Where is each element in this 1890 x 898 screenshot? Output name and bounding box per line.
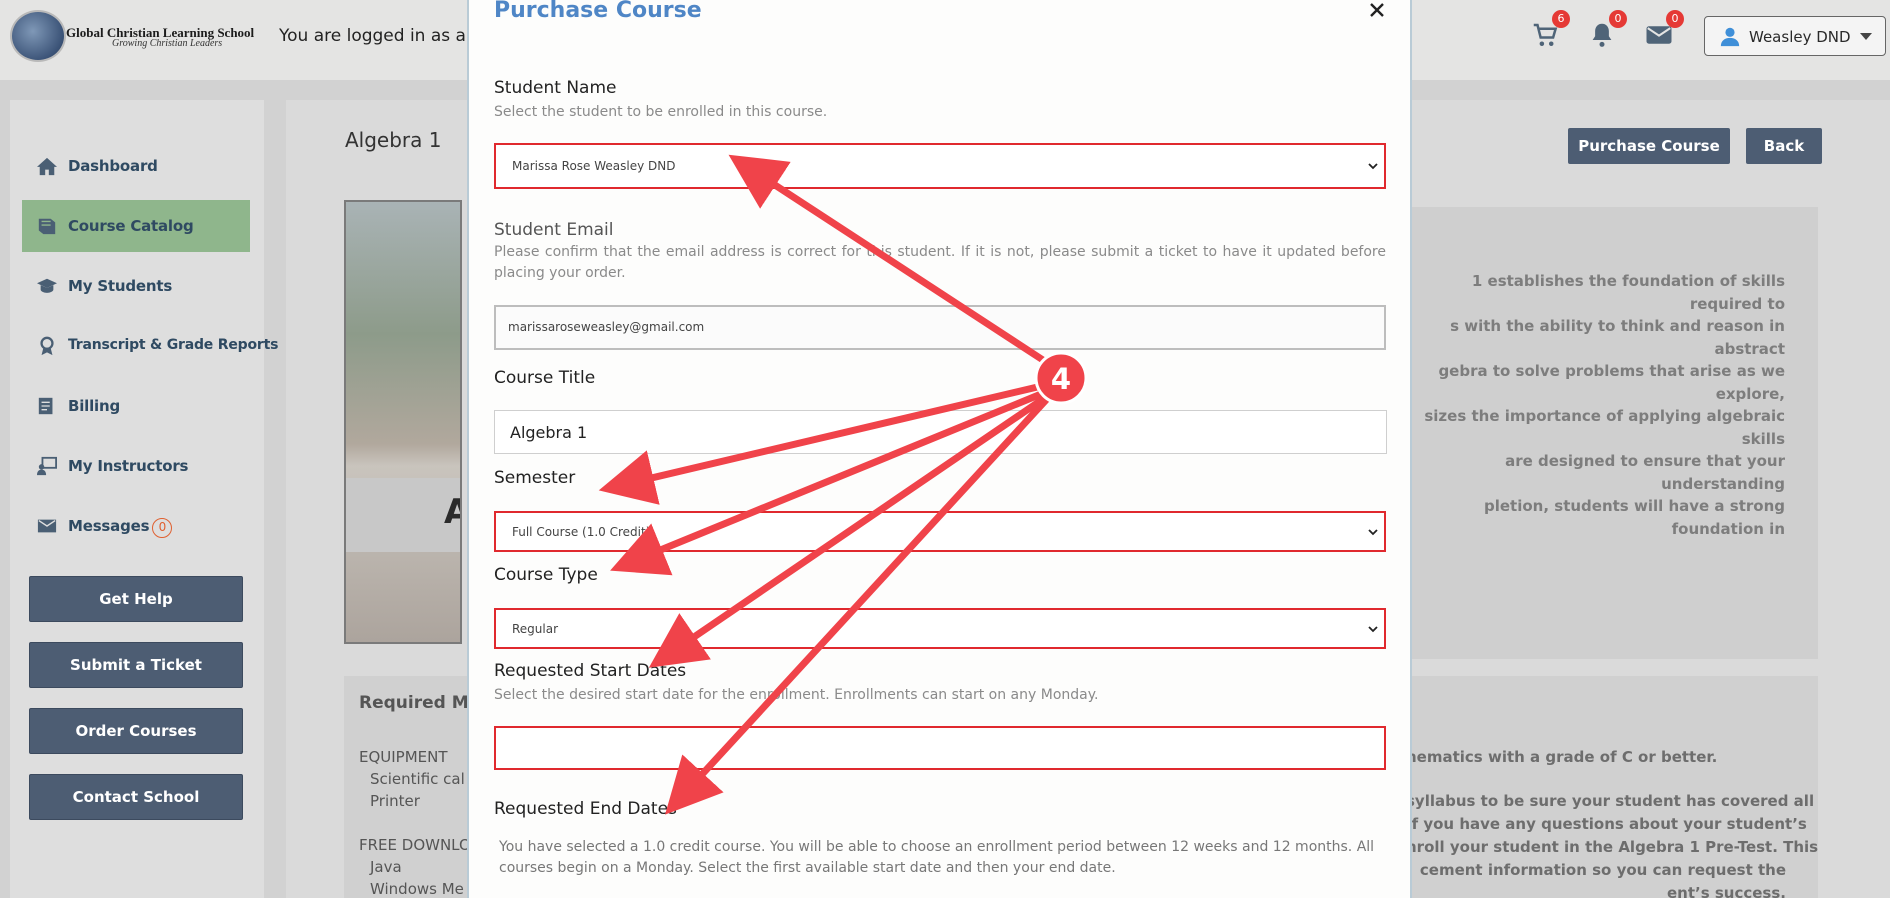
start-dates-help: Select the desired start date for the en… [494,687,1099,703]
course-description: 1 establishes the foundation of skills r… [1424,272,1785,538]
prerequisite-text: hematics with a grade of C or better. [1406,748,1718,766]
course-title-value: Algebra 1 [510,423,588,442]
course-type-select[interactable]: Regular [494,608,1386,649]
start-dates-input[interactable] [494,726,1386,770]
chevron-down-icon [1368,626,1378,633]
sidebar-item-label: Billing [68,397,121,415]
purchase-course-modal: Purchase Course Student Name Select the … [467,0,1412,898]
course-title-label: Course Title [494,368,596,388]
messages-count-badge: 0 [152,518,173,538]
purchase-course-button[interactable]: Purchase Course [1568,128,1730,164]
graduation-cap-icon [37,278,57,293]
student-email-field[interactable]: marissaroseweasley@gmail.com [494,305,1386,350]
equipment-item: Scientific cal [370,770,465,788]
end-dates-label: Requested End Dates [494,799,677,819]
sidebar-item-transcripts[interactable]: Transcript & Grade Reports [22,320,278,372]
school-logo[interactable] [10,10,66,62]
prerequisite-detail: syllabus to be sure your student has cov… [1406,792,1815,810]
student-name-label: Student Name [494,78,617,98]
prerequisite-detail: ent’s success. [1667,884,1786,898]
cart-button[interactable]: 6 [1530,10,1570,52]
close-icon[interactable] [1367,0,1387,20]
cover-title-letter: A [444,492,460,532]
contact-school-button[interactable]: Contact School [29,774,243,820]
sidebar-item-my-instructors[interactable]: My Instructors [22,440,250,492]
student-email-value: marissaroseweasley@gmail.com [508,320,705,334]
mail-count-badge: 0 [1666,10,1684,28]
sidebar-item-label: Transcript & Grade Reports [68,337,279,353]
caret-down-icon [1860,33,1872,40]
end-dates-help: You have selected a 1.0 credit course. Y… [499,839,1375,876]
instructor-icon [37,456,57,476]
login-status-text: You are logged in as an [279,26,477,46]
download-item: Java [370,858,402,876]
sidebar-item-billing[interactable]: Billing [22,380,250,432]
messages-label: Messages [68,517,150,535]
sidebar-item-label: My Students [68,277,173,295]
mail-button[interactable]: 0 [1644,10,1684,52]
equipment-item: Printer [370,792,420,810]
downloads-label: FREE DOWNLO [359,836,471,854]
sidebar-item-dashboard[interactable]: Dashboard [22,140,250,192]
student-name-help: Select the student to be enrolled in thi… [494,104,828,120]
student-name-select[interactable]: Marissa Rose Weasley DND [494,143,1386,189]
sidebar-item-course-catalog[interactable]: Course Catalog [22,200,250,252]
user-name: Weasley DND [1749,28,1851,46]
semester-value: Full Course (1.0 Credit) [512,525,651,539]
notifications-button[interactable]: 0 [1587,10,1627,52]
user-icon [1720,27,1740,47]
chevron-down-icon [1368,529,1378,536]
course-type-value: Regular [512,622,559,636]
equipment-label: EQUIPMENT [359,748,448,766]
student-email-label: Student Email [494,220,614,240]
prerequisite-detail: cement information so you can request th… [1419,861,1786,879]
modal-title: Purchase Course [494,0,702,23]
sidebar-item-my-students[interactable]: My Students [22,260,250,312]
sidebar-item-messages[interactable]: Messages 0 [22,500,250,552]
order-courses-button[interactable]: Order Courses [29,708,243,754]
semester-select[interactable]: Full Course (1.0 Credit) [494,511,1386,552]
course-title-field[interactable]: Algebra 1 [494,410,1387,454]
sidebar-item-label: My Instructors [68,457,189,475]
envelope-icon [37,519,57,533]
student-name-value: Marissa Rose Weasley DND [512,159,676,173]
notification-count-badge: 0 [1609,10,1627,28]
start-dates-label: Requested Start Dates [494,661,687,681]
prerequisite-detail: nroll your student in the Algebra 1 Pre-… [1406,838,1819,856]
sidebar-item-label: Dashboard [68,157,158,175]
submit-ticket-button[interactable]: Submit a Ticket [29,642,243,688]
award-icon [40,336,54,356]
course-heading: Algebra 1 [345,128,442,152]
sidebar-item-label: Course Catalog [68,217,194,235]
user-menu[interactable]: Weasley DND [1704,16,1886,56]
home-icon [37,157,57,176]
back-button[interactable]: Back [1746,128,1822,164]
cart-count-badge: 6 [1552,10,1570,28]
book-icon [38,218,56,235]
billing-icon [38,397,53,415]
course-cover-image: A [344,200,462,644]
school-tagline: Growing Christian Leaders [112,38,223,49]
semester-label: Semester [494,468,576,488]
course-type-label: Course Type [494,565,598,585]
chevron-down-icon [1368,163,1378,170]
download-item: Windows Me [370,880,464,898]
prerequisite-detail: If you have any questions about your stu… [1406,815,1807,833]
student-email-help: Please confirm that the email address is… [494,244,1386,281]
sidebar-item-label: Messages 0 [68,517,173,538]
get-help-button[interactable]: Get Help [29,576,243,622]
